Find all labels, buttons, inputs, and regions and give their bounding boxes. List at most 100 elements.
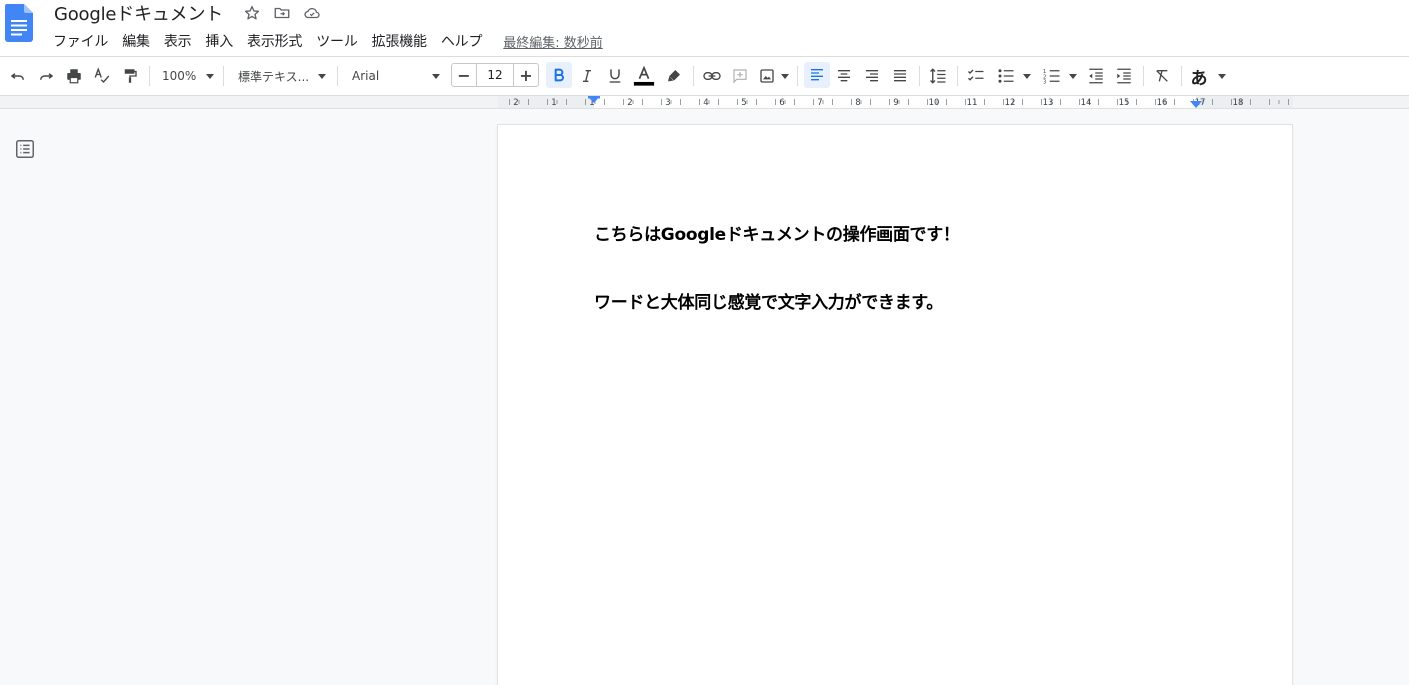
print-icon xyxy=(67,69,81,84)
menu-tools[interactable]: ツール xyxy=(309,29,364,53)
add-comment-icon xyxy=(733,69,747,84)
bulleted-list-icon xyxy=(998,69,1014,83)
increase-indent-button[interactable] xyxy=(1112,57,1136,95)
document-title[interactable]: Googleドキュメント xyxy=(54,0,223,26)
justify-button[interactable] xyxy=(888,57,912,95)
highlight-button[interactable] xyxy=(662,57,686,95)
menu-extensions[interactable]: 拡張機能 xyxy=(365,29,434,53)
chevron-down-icon xyxy=(318,73,326,79)
toolbar: 100% 標準テキス... Arial − 12 + 1 2 3 あ xyxy=(0,57,1409,96)
document-paragraph-2[interactable]: ワードと大体同じ感覚で文字入力ができます。 xyxy=(594,288,943,313)
clear-formatting-button[interactable] xyxy=(1150,57,1174,95)
zoom-dropdown[interactable]: 100% xyxy=(158,57,218,95)
align-center-button[interactable] xyxy=(832,57,856,95)
style-dropdown[interactable]: 標準テキス... xyxy=(234,57,330,95)
docs-logo-icon[interactable] xyxy=(5,4,33,42)
chevron-down-icon xyxy=(1217,73,1226,79)
ruler-label: 14 xyxy=(1081,98,1092,108)
ruler-label: 3 xyxy=(665,98,670,108)
align-right-icon xyxy=(866,70,878,82)
ruler-label: 18 xyxy=(1233,98,1244,108)
decrease-font-size-button[interactable]: − xyxy=(452,64,477,86)
ruler-label: 1 xyxy=(551,98,556,108)
ruler-label: 13 xyxy=(1043,98,1054,108)
numbered-list-icon: 123 xyxy=(1043,69,1060,86)
menu-help[interactable]: ヘルプ xyxy=(434,29,489,53)
toolbar-separator xyxy=(693,66,694,86)
font-size-input[interactable]: 12 xyxy=(476,64,514,86)
checklist-button[interactable] xyxy=(964,57,988,95)
toolbar-separator xyxy=(1143,66,1144,86)
menu-format[interactable]: 表示形式 xyxy=(240,29,309,53)
toolbar-separator xyxy=(223,66,224,86)
star-icon[interactable] xyxy=(241,2,263,24)
ruler-label: 8 xyxy=(855,98,860,108)
text-color-icon xyxy=(633,65,655,86)
spellcheck-icon xyxy=(94,67,110,83)
cloud-saved-icon[interactable] xyxy=(301,2,323,24)
title-row: Googleドキュメント xyxy=(54,1,331,25)
add-comment-button[interactable] xyxy=(728,57,752,95)
line-spacing-button[interactable] xyxy=(926,57,950,95)
underline-icon xyxy=(609,69,621,83)
text-color-button[interactable] xyxy=(631,57,657,95)
toolbar-separator xyxy=(1181,66,1182,86)
paint-format-button[interactable] xyxy=(118,57,142,95)
ruler-label: 10 xyxy=(929,98,940,108)
toolbar-separator xyxy=(957,66,958,86)
decrease-indent-button[interactable] xyxy=(1084,57,1108,95)
align-left-icon xyxy=(811,69,823,81)
redo-button[interactable] xyxy=(34,57,58,95)
ruler-label: 2 xyxy=(513,98,518,108)
first-line-indent-marker[interactable] xyxy=(588,96,600,99)
ruler-label: 2 xyxy=(627,98,632,108)
underline-button[interactable] xyxy=(603,57,627,95)
input-tools-button[interactable]: あ xyxy=(1188,57,1228,95)
menu-bar: ファイル 編集 表示 挿入 表示形式 ツール 拡張機能 ヘルプ 最終編集: 数秒… xyxy=(46,29,603,53)
ruler-label: 4 xyxy=(703,98,708,108)
image-icon xyxy=(760,69,774,83)
align-right-button[interactable] xyxy=(860,57,884,95)
ruler-label: 11 xyxy=(967,98,978,108)
paint-format-icon xyxy=(124,69,137,83)
menu-file[interactable]: ファイル xyxy=(46,29,115,53)
menu-insert[interactable]: 挿入 xyxy=(198,29,240,53)
italic-button[interactable] xyxy=(575,57,599,95)
redo-icon xyxy=(40,73,54,80)
numbered-list-button[interactable]: 123 xyxy=(1040,57,1080,95)
align-left-button[interactable] xyxy=(804,62,830,88)
italic-icon xyxy=(583,70,591,82)
svg-text:3: 3 xyxy=(1043,80,1046,86)
justify-icon xyxy=(894,70,906,82)
print-button[interactable] xyxy=(62,57,86,95)
toolbar-separator xyxy=(919,66,920,86)
menu-view[interactable]: 表示 xyxy=(157,29,199,53)
font-dropdown[interactable]: Arial xyxy=(348,57,444,95)
ruler-label: 15 xyxy=(1119,98,1130,108)
bold-icon xyxy=(554,68,564,82)
document-outline-button[interactable] xyxy=(14,138,36,160)
input-tool-label: あ xyxy=(1190,68,1208,89)
link-icon xyxy=(703,72,721,80)
last-edit-link[interactable]: 最終編集: 数秒前 xyxy=(503,32,603,51)
ruler-label: 5 xyxy=(741,98,746,108)
ruler-svg: 21123456789101112131415161718 xyxy=(498,96,1293,108)
spellcheck-button[interactable] xyxy=(90,57,114,95)
bulleted-list-button[interactable] xyxy=(994,57,1034,95)
ruler-label: 7 xyxy=(817,98,822,108)
menu-edit[interactable]: 編集 xyxy=(115,29,157,53)
checklist-icon xyxy=(968,69,984,81)
horizontal-ruler[interactable]: 21123456789101112131415161718 xyxy=(498,96,1293,108)
increase-font-size-button[interactable]: + xyxy=(513,64,538,86)
move-to-folder-icon[interactable] xyxy=(271,2,293,24)
insert-link-button[interactable] xyxy=(700,57,724,95)
zoom-value: 100% xyxy=(162,69,197,83)
undo-icon xyxy=(10,73,24,80)
ruler-label: 12 xyxy=(1005,98,1016,108)
undo-button[interactable] xyxy=(6,57,30,95)
document-paragraph-1[interactable]: こちらはGoogleドキュメントの操作画面です！ xyxy=(594,220,960,245)
toolbar-separator xyxy=(149,66,150,86)
insert-image-button[interactable] xyxy=(756,57,792,95)
document-page[interactable]: こちらはGoogleドキュメントの操作画面です！ ワードと大体同じ感覚で文字入力… xyxy=(498,125,1292,685)
bold-button[interactable] xyxy=(546,62,572,88)
